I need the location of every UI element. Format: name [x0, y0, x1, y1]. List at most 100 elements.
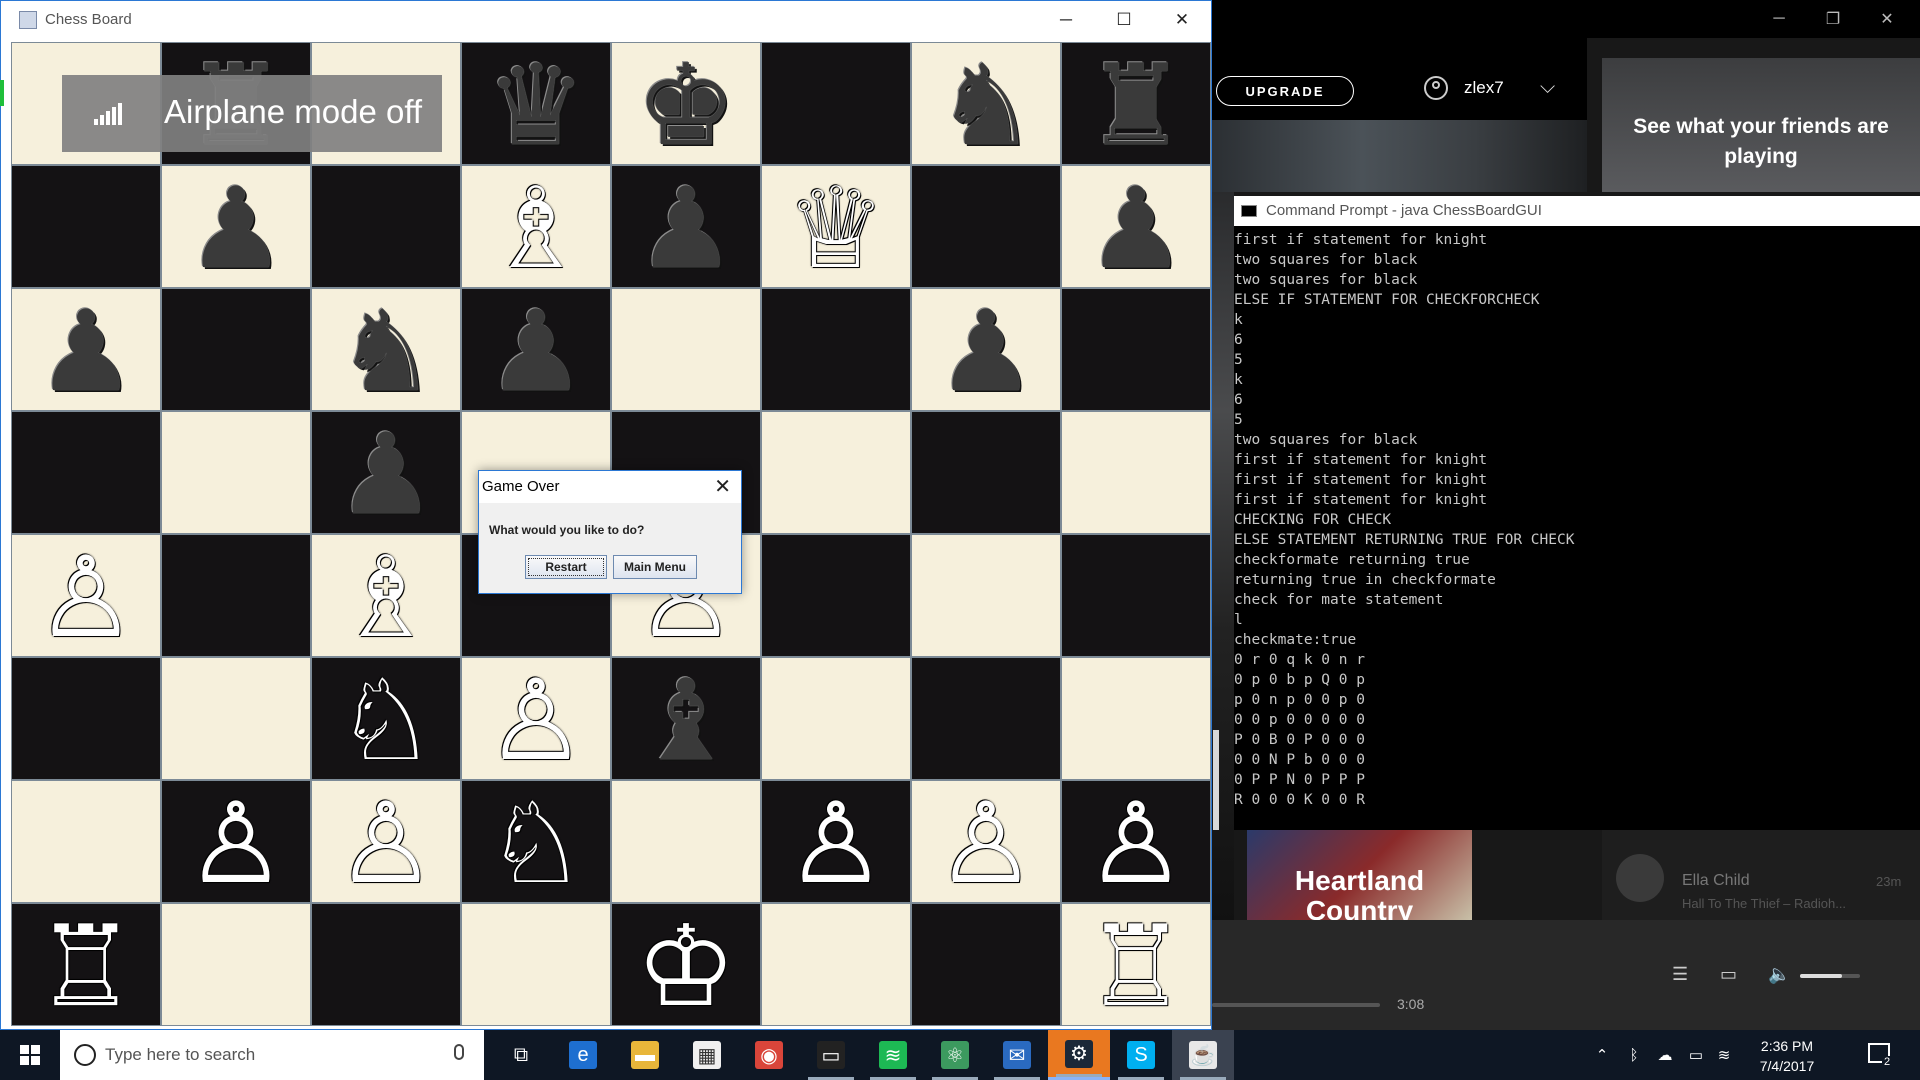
- taskbar-app[interactable]: e: [552, 1030, 614, 1080]
- devices-icon[interactable]: ▭: [1720, 964, 1737, 985]
- chess-piece[interactable]: ♟: [336, 419, 436, 531]
- chess-piece[interactable]: ♜: [1086, 50, 1186, 162]
- chess-piece[interactable]: ♙: [486, 665, 586, 777]
- spotify-minimize-button[interactable]: ─: [1752, 0, 1806, 38]
- chess-piece[interactable]: ♖: [1086, 911, 1186, 1023]
- queue-icon[interactable]: ☰: [1672, 964, 1688, 985]
- volume-icon[interactable]: 🔈: [1768, 964, 1790, 985]
- cloud-icon[interactable]: ☁: [1652, 1030, 1678, 1080]
- board-square[interactable]: ♗: [461, 165, 611, 288]
- board-square[interactable]: ♟: [461, 288, 611, 411]
- spotify-close-button[interactable]: ✕: [1860, 0, 1914, 38]
- chevron-down-icon[interactable]: ⌵: [1540, 76, 1555, 99]
- board-square[interactable]: [611, 288, 761, 411]
- board-square[interactable]: ♖: [11, 903, 161, 1026]
- taskbar-clock[interactable]: 2:36 PM 7/4/2017: [1745, 1036, 1829, 1076]
- taskbar-app[interactable]: ✉: [986, 1030, 1048, 1080]
- board-square[interactable]: ♙: [461, 657, 611, 780]
- board-square[interactable]: ♘: [311, 657, 461, 780]
- restart-button[interactable]: Restart: [525, 555, 607, 579]
- board-square[interactable]: ♝: [611, 657, 761, 780]
- chess-piece[interactable]: ♙: [186, 788, 286, 900]
- chess-piece[interactable]: ♟: [636, 173, 736, 285]
- chess-piece[interactable]: ♙: [1086, 788, 1186, 900]
- chess-titlebar[interactable]: Chess Board ─ ☐ ✕: [1, 1, 1211, 39]
- microphone-icon[interactable]: [454, 1044, 464, 1060]
- board-square[interactable]: [311, 903, 461, 1026]
- taskbar-app[interactable]: ☕: [1172, 1030, 1234, 1080]
- board-square[interactable]: [911, 411, 1061, 534]
- close-button[interactable]: ✕: [1153, 1, 1211, 39]
- battery-icon[interactable]: ▭: [1684, 1030, 1708, 1080]
- board-square[interactable]: ♟: [161, 165, 311, 288]
- username[interactable]: zlex7: [1464, 78, 1504, 98]
- board-square[interactable]: ♗: [311, 534, 461, 657]
- maximize-button[interactable]: ☐: [1095, 1, 1153, 39]
- board-square[interactable]: ♕: [761, 165, 911, 288]
- command-prompt-window[interactable]: Command Prompt - java ChessBoardGUI firs…: [1234, 196, 1920, 830]
- board-square[interactable]: ♙: [1061, 780, 1211, 903]
- board-square[interactable]: [911, 534, 1061, 657]
- board-square[interactable]: [761, 534, 911, 657]
- board-square[interactable]: [761, 657, 911, 780]
- board-square[interactable]: ♚: [611, 42, 761, 165]
- chess-piece[interactable]: ♖: [36, 911, 136, 1023]
- chess-piece[interactable]: ♟: [936, 296, 1036, 408]
- board-square[interactable]: ♙: [161, 780, 311, 903]
- board-square[interactable]: ♟: [11, 288, 161, 411]
- taskbar-app[interactable]: S: [1110, 1030, 1172, 1080]
- bluetooth-icon[interactable]: ᛒ: [1622, 1030, 1646, 1080]
- board-square[interactable]: [761, 903, 911, 1026]
- dialog-close-button[interactable]: ✕: [714, 474, 731, 499]
- chess-piece[interactable]: ♙: [786, 788, 886, 900]
- chess-piece[interactable]: ♝: [636, 665, 736, 777]
- board-square[interactable]: [11, 780, 161, 903]
- chess-piece[interactable]: ♟: [186, 173, 286, 285]
- board-square[interactable]: ♟: [311, 411, 461, 534]
- board-square[interactable]: [311, 165, 461, 288]
- board-square[interactable]: ♙: [911, 780, 1061, 903]
- chess-piece[interactable]: ♘: [486, 788, 586, 900]
- board-square[interactable]: [161, 411, 311, 534]
- minimize-button[interactable]: ─: [1037, 1, 1095, 39]
- chess-piece[interactable]: ♟: [36, 296, 136, 408]
- chess-piece[interactable]: ♙: [936, 788, 1036, 900]
- board-square[interactable]: [161, 288, 311, 411]
- chess-piece[interactable]: ♟: [1086, 173, 1186, 285]
- board-square[interactable]: ♟: [911, 288, 1061, 411]
- chess-piece[interactable]: ♗: [336, 542, 436, 654]
- dialog-titlebar[interactable]: Game Over ✕: [479, 471, 741, 503]
- board-square[interactable]: [911, 903, 1061, 1026]
- board-square[interactable]: [11, 165, 161, 288]
- playlist-card[interactable]: Heartland Country: [1247, 830, 1472, 920]
- chess-piece[interactable]: ♞: [336, 296, 436, 408]
- board-square[interactable]: [611, 780, 761, 903]
- board-square[interactable]: ♟: [1061, 165, 1211, 288]
- taskbar-app[interactable]: ◉: [738, 1030, 800, 1080]
- board-square[interactable]: [911, 165, 1061, 288]
- chess-piece[interactable]: ♟: [486, 296, 586, 408]
- cmd-titlebar[interactable]: Command Prompt - java ChessBoardGUI: [1234, 196, 1920, 226]
- wifi-icon[interactable]: ≋: [1712, 1030, 1736, 1080]
- board-square[interactable]: ♙: [11, 534, 161, 657]
- friend-activity-row[interactable]: Ella Child 23m Hall To The Thief – Radio…: [1602, 830, 1920, 920]
- chess-piece[interactable]: ♛: [486, 50, 586, 162]
- board-square[interactable]: ♛: [461, 42, 611, 165]
- board-square[interactable]: [161, 657, 311, 780]
- board-square[interactable]: [1061, 411, 1211, 534]
- board-square[interactable]: [11, 411, 161, 534]
- board-square[interactable]: ♔: [611, 903, 761, 1026]
- board-square[interactable]: [161, 534, 311, 657]
- start-button[interactable]: [0, 1030, 60, 1080]
- taskbar-app[interactable]: ▬: [614, 1030, 676, 1080]
- board-square[interactable]: [1061, 288, 1211, 411]
- main-menu-button[interactable]: Main Menu: [613, 555, 697, 579]
- board-square[interactable]: ♙: [311, 780, 461, 903]
- chess-piece[interactable]: ♞: [936, 50, 1036, 162]
- taskbar-search-box[interactable]: Type here to search: [60, 1030, 484, 1080]
- board-square[interactable]: ♟: [611, 165, 761, 288]
- taskbar-app[interactable]: ⚛: [924, 1030, 986, 1080]
- playback-progress-bar[interactable]: [1212, 1003, 1380, 1007]
- board-square[interactable]: ♘: [461, 780, 611, 903]
- taskbar-app[interactable]: ⧉: [490, 1030, 552, 1080]
